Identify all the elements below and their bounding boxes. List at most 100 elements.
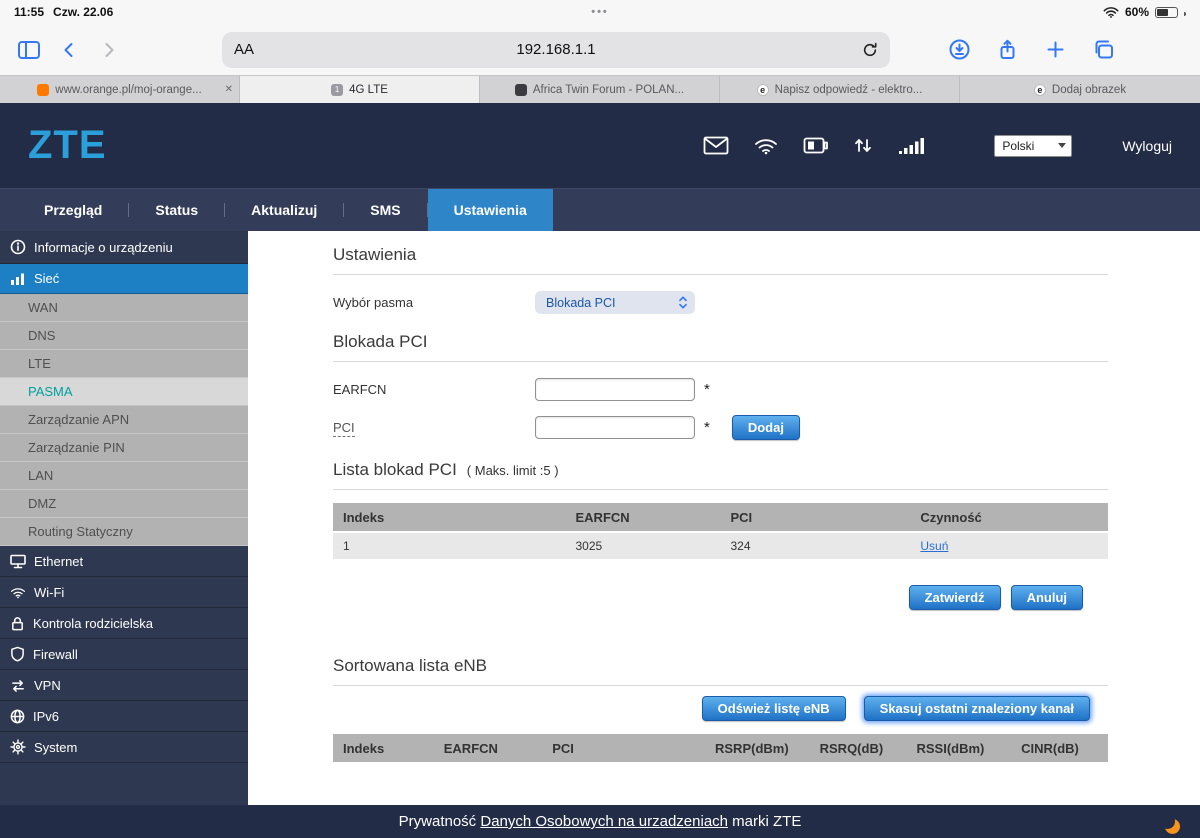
crescent-icon — [1160, 814, 1180, 834]
divider — [333, 361, 1108, 362]
gear-icon — [10, 739, 26, 755]
sidebar-item-system[interactable]: System — [0, 732, 248, 763]
address-bar[interactable]: AA 192.168.1.1 — [222, 31, 890, 68]
page-title: Ustawienia — [333, 245, 417, 264]
pci-table-header: Indeks EARFCN PCI Czynność — [333, 503, 1108, 533]
electroda-favicon: e — [756, 83, 769, 96]
safari-toolbar: AA 192.168.1.1 — [0, 24, 1200, 75]
forward-icon[interactable] — [96, 38, 122, 62]
sidebar-item-dmz[interactable]: DMZ — [0, 490, 248, 518]
main-nav: Przegląd Status Aktualizuj SMS Ustawieni… — [0, 188, 1200, 231]
tabs-overview-icon[interactable] — [1090, 38, 1116, 62]
sidebar: Informacje o urządzeniu Sieć WAN DNS LTE… — [0, 231, 248, 805]
apply-button[interactable]: Zatwierdź — [908, 585, 1001, 610]
sidebar-item-zarzadzanie-apn[interactable]: Zarządzanie APN — [0, 406, 248, 434]
signal-bars-icon — [898, 136, 926, 155]
tab-africa-twin-forum[interactable]: Africa Twin Forum - POLAN... — [480, 76, 720, 103]
language-select[interactable]: Polski — [994, 134, 1073, 157]
shield-icon — [11, 646, 24, 662]
select-chevrons-icon — [679, 296, 687, 309]
orange-favicon — [37, 83, 50, 96]
divider — [333, 274, 1108, 275]
main-content: Ustawienia Wybór pasma Blokada PCI Bloka… — [248, 231, 1200, 805]
sidebar-item-vpn[interactable]: VPN — [0, 670, 248, 701]
add-button[interactable]: Dodaj — [731, 415, 800, 440]
home-indicator-dots: ••• — [591, 6, 609, 18]
sidebar-item-dns[interactable]: DNS — [0, 322, 248, 350]
sidebar-item-ethernet[interactable]: Ethernet — [0, 546, 248, 577]
ethernet-icon — [10, 554, 26, 568]
privacy-text: Prywatność Danych Osobowych na urzadzeni… — [398, 813, 802, 830]
sidebar-item-lte[interactable]: LTE — [0, 350, 248, 378]
ios-status-bar: 11:55 Czw. 22.06 ••• 60% — [0, 0, 1200, 24]
enb-list-title: Sortowana lista eNB — [333, 656, 488, 675]
refresh-enb-button[interactable]: Odśwież listę eNB — [701, 696, 846, 721]
sidebar-item-zarzadzanie-pin[interactable]: Zarządzanie PIN — [0, 434, 248, 462]
privacy-link[interactable]: Danych Osobowych na urzadzeniach — [480, 813, 728, 830]
tab-4g-lte[interactable]: 1 4G LTE — [240, 76, 480, 103]
messages-icon — [703, 136, 729, 155]
band-select-label: Wybór pasma — [333, 295, 414, 310]
pci-block-table: Indeks EARFCN PCI Czynność 1 3025 324 Us… — [333, 503, 1108, 559]
wifi-icon — [753, 136, 779, 155]
delete-link[interactable]: Usuń — [920, 539, 948, 553]
battery-tip — [1184, 12, 1186, 16]
required-mark: * — [704, 419, 710, 436]
sidebar-item-firewall[interactable]: Firewall — [0, 639, 248, 670]
tab-dodaj-obrazek[interactable]: e Dodaj obrazek — [960, 76, 1200, 103]
nav-status[interactable]: Status — [129, 189, 224, 231]
tab-napisz-odpowiedz[interactable]: e Napisz odpowiedź - elektro... — [720, 76, 960, 103]
pci-input[interactable] — [535, 416, 695, 439]
sidebar-item-ipv6[interactable]: IPv6 — [0, 701, 248, 732]
traffic-arrows-icon — [852, 136, 874, 155]
sidebar-item-lan[interactable]: LAN — [0, 462, 248, 490]
reload-icon[interactable] — [862, 42, 878, 58]
enb-table: Indeks EARFCN PCI RSRP(dBm) RSRQ(dB) RSS… — [333, 734, 1108, 764]
sidebar-item-siec[interactable]: Sieć — [0, 264, 248, 294]
sidebar-item-kontrola-rodzicielska[interactable]: Kontrola rodzicielska — [0, 608, 248, 639]
wifi-icon — [10, 587, 26, 598]
battery-percent: 60% — [1124, 5, 1149, 19]
clear-last-channel-button[interactable]: Skasuj ostatni znaleziony kanał — [863, 696, 1090, 721]
lock-icon — [12, 616, 23, 630]
date: Czw. 22.06 — [53, 5, 114, 19]
zte-header: ZTE Polski Wyloguj — [0, 103, 1200, 188]
sidebar-item-wan[interactable]: WAN — [0, 294, 248, 322]
pci-list-limit: ( Maks. limit :5 ) — [466, 463, 559, 478]
back-icon[interactable] — [56, 38, 82, 62]
vpn-arrows-icon — [12, 679, 24, 692]
new-tab-icon[interactable] — [1042, 38, 1068, 62]
logout-link[interactable]: Wyloguj — [1122, 138, 1172, 154]
nav-aktualizuj[interactable]: Aktualizuj — [225, 189, 343, 231]
tab-close-icon[interactable]: ✕ — [225, 76, 233, 103]
pci-list-title: Lista blokad PCI( Maks. limit :5 ) — [333, 460, 559, 479]
cancel-button[interactable]: Anuluj — [1010, 585, 1083, 610]
wifi-status-icon — [1103, 6, 1119, 18]
share-icon[interactable] — [994, 38, 1020, 62]
nav-ustawienia[interactable]: Ustawienia — [427, 189, 553, 231]
earfcn-label: EARFCN — [333, 382, 387, 397]
nav-przeglad[interactable]: Przegląd — [18, 189, 128, 231]
pci-section-title: Blokada PCI — [333, 332, 428, 351]
reader-button[interactable]: AA — [234, 41, 254, 58]
downloads-icon[interactable] — [946, 38, 972, 62]
globe-icon — [10, 709, 25, 723]
pci-label: PCI — [333, 420, 355, 437]
sidebar-item-wifi[interactable]: Wi-Fi — [0, 577, 248, 608]
earfcn-input[interactable] — [535, 378, 695, 401]
info-icon — [10, 239, 26, 255]
required-mark: * — [704, 381, 710, 398]
band-select[interactable]: Blokada PCI — [535, 291, 695, 314]
zte-logo: ZTE — [28, 123, 107, 167]
caret-down-icon — [1058, 143, 1067, 148]
divider — [333, 685, 1108, 686]
sidebar-toggle-icon[interactable] — [16, 38, 42, 62]
nav-sms[interactable]: SMS — [344, 189, 426, 231]
page-footer: Prywatność Danych Osobowych na urzadzeni… — [0, 805, 1200, 838]
divider — [333, 489, 1108, 490]
sidebar-item-routing-statyczny[interactable]: Routing Statyczny — [0, 518, 248, 546]
electroda-favicon: e — [1033, 83, 1046, 96]
sidebar-item-pasma[interactable]: PASMA — [0, 378, 248, 406]
tab-orange[interactable]: www.orange.pl/moj-orange... ✕ — [0, 76, 240, 103]
sidebar-item-device-info[interactable]: Informacje o urządzeniu — [0, 231, 248, 264]
